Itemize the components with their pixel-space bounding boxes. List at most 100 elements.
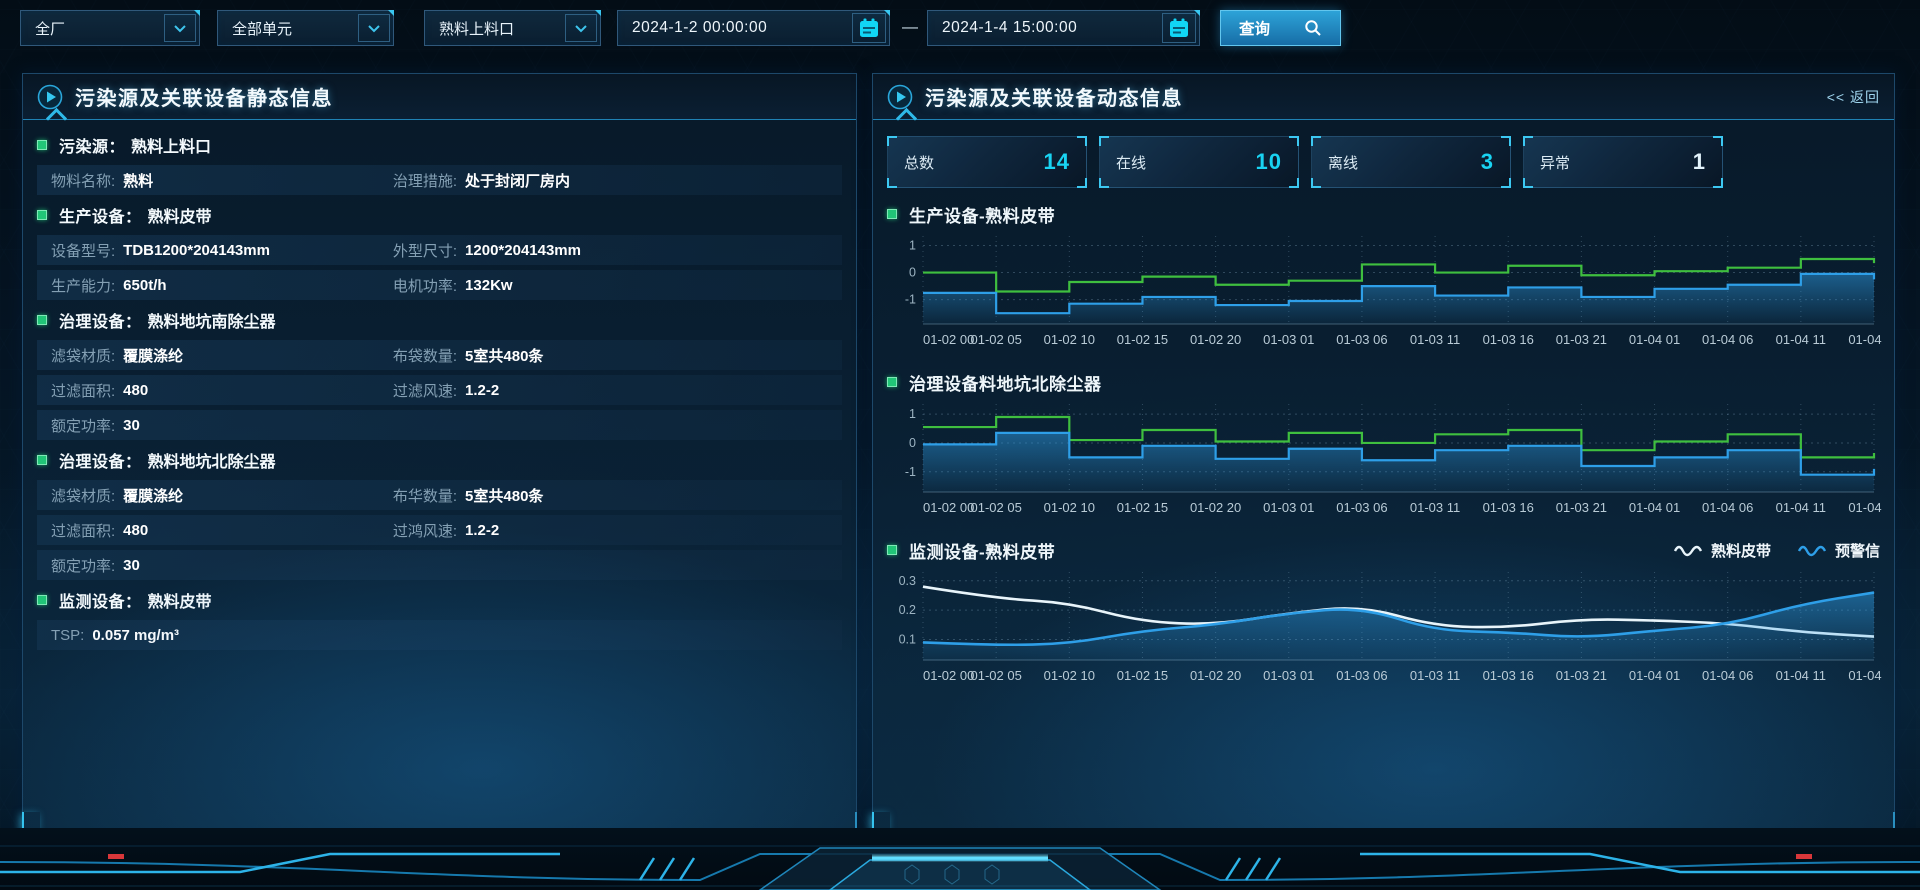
svg-text:01-04 11: 01-04 11 bbox=[1776, 500, 1826, 515]
chart-block: 生产设备-熟料皮带10-101-02 0001-02 0501-02 1001-… bbox=[887, 198, 1880, 352]
date-to-input[interactable]: 2024-1-4 15:00:00 bbox=[927, 10, 1200, 46]
tech-footer-decoration bbox=[0, 828, 1920, 890]
select-plant-value: 全厂 bbox=[21, 18, 164, 39]
field-item: 滤袋材质:覆膜涤纶 bbox=[51, 485, 393, 506]
svg-text:01-03 21: 01-03 21 bbox=[1556, 500, 1607, 515]
date-to-value: 2024-1-4 15:00:00 bbox=[928, 19, 1162, 37]
info-field-row: TSP: 0.057 mg/m³ bbox=[37, 620, 842, 650]
info-field-row: 滤袋材质:覆膜涤纶布华数量:5室共480条 bbox=[37, 480, 842, 510]
field-label: 过滤面积: bbox=[51, 380, 115, 401]
static-info-header: 污染源及关联设备静态信息 bbox=[23, 74, 856, 120]
svg-text:01-02 15: 01-02 15 bbox=[1117, 668, 1168, 683]
field-value: 480 bbox=[123, 522, 148, 539]
svg-text:01-02 00: 01-02 00 bbox=[923, 668, 974, 683]
calendar-icon[interactable] bbox=[852, 13, 886, 43]
green-square-icon bbox=[887, 377, 897, 387]
field-label: 外型尺寸: bbox=[393, 240, 457, 261]
query-button[interactable]: 查询 bbox=[1220, 10, 1341, 46]
static-info-panel: 污染源及关联设备静态信息 污染源：熟料上料口物料名称:熟料治理措施:处于封闭厂房… bbox=[22, 73, 857, 830]
chart-plot-0[interactable]: 10-101-02 0001-02 0501-02 1001-02 1501-0… bbox=[887, 230, 1882, 352]
stat-label: 在线 bbox=[1116, 152, 1146, 173]
svg-text:1: 1 bbox=[909, 238, 916, 252]
svg-text:01-02 05: 01-02 05 bbox=[970, 332, 1021, 347]
svg-text:01-02 00: 01-02 00 bbox=[923, 332, 974, 347]
corner-bracket bbox=[1099, 136, 1109, 146]
field-value: 覆膜涤纶 bbox=[123, 485, 183, 506]
chart-title-row: 治理设备料地坑北除尘器 bbox=[887, 366, 1880, 398]
svg-text:01-04 15: 01-04 15 bbox=[1848, 332, 1882, 347]
play-circle-icon bbox=[37, 84, 63, 110]
svg-text:0.3: 0.3 bbox=[899, 574, 916, 588]
svg-text:01-03 16: 01-03 16 bbox=[1483, 668, 1534, 683]
chevron-down-icon[interactable] bbox=[565, 14, 597, 42]
chevron-down-icon[interactable] bbox=[164, 14, 196, 42]
field-item: 电机功率:132Kw bbox=[393, 275, 513, 296]
field-label: 物料名称: bbox=[51, 170, 115, 191]
back-link[interactable]: << 返回 bbox=[1827, 87, 1880, 107]
field-item: 布袋数量: 5室共480条 bbox=[393, 345, 544, 366]
corner-bracket bbox=[1523, 178, 1533, 188]
wave-line-icon bbox=[1673, 543, 1703, 557]
legend-item[interactable]: 熟料皮带 bbox=[1673, 540, 1771, 561]
date-range-separator: — bbox=[898, 10, 922, 46]
svg-text:01-02 10: 01-02 10 bbox=[1044, 500, 1095, 515]
chevron-down-icon[interactable] bbox=[358, 14, 390, 42]
chart-title-text: 生产设备-熟料皮带 bbox=[909, 202, 1055, 227]
chart-plot-1[interactable]: 10-101-02 0001-02 0501-02 1001-02 1501-0… bbox=[887, 398, 1882, 520]
svg-text:01-04 15: 01-04 15 bbox=[1848, 500, 1882, 515]
section-label: 污染源： bbox=[59, 133, 125, 157]
green-square-icon bbox=[37, 455, 47, 465]
stat-label: 总数 bbox=[904, 152, 934, 173]
stat-card-异常: 异常1 bbox=[1523, 136, 1723, 188]
svg-text:01-04 06: 01-04 06 bbox=[1702, 500, 1753, 515]
svg-text:01-04 01: 01-04 01 bbox=[1629, 668, 1680, 683]
svg-text:01-03 11: 01-03 11 bbox=[1410, 332, 1460, 347]
field-label: TSP: bbox=[51, 627, 84, 644]
field-item: 过滤风速:1.2-2 bbox=[393, 380, 499, 401]
field-value: 1200*204143mm bbox=[465, 242, 581, 259]
field-item: 物料名称:熟料 bbox=[51, 170, 393, 191]
svg-text:0.1: 0.1 bbox=[899, 632, 916, 646]
field-value: 处于封闭厂房内 bbox=[465, 170, 570, 191]
chart-title-text: 治理设备料地坑北除尘器 bbox=[909, 370, 1102, 395]
svg-text:01-03 01: 01-03 01 bbox=[1263, 500, 1314, 515]
svg-text:01-04 01: 01-04 01 bbox=[1629, 332, 1680, 347]
svg-text:01-02 10: 01-02 10 bbox=[1044, 332, 1095, 347]
corner-bracket bbox=[1099, 178, 1109, 188]
select-unit[interactable]: 全部单元 bbox=[217, 10, 394, 46]
field-item: 额定功率:30 bbox=[51, 555, 393, 576]
date-from-input[interactable]: 2024-1-2 00:00:00 bbox=[617, 10, 890, 46]
field-item: 外型尺寸: 1200*204143mm bbox=[393, 240, 581, 261]
chart-plot-2[interactable]: 0.30.20.101-02 0001-02 0501-02 1001-02 1… bbox=[887, 566, 1882, 688]
info-field-row: 额定功率:30 bbox=[37, 410, 842, 440]
series-area-运行状态-蓝 bbox=[923, 433, 1874, 492]
series-area-运行状态-蓝 bbox=[923, 274, 1874, 324]
chart-legend: 熟料皮带 预警信 bbox=[1673, 540, 1880, 561]
info-field-row: 物料名称:熟料治理措施:处于封闭厂房内 bbox=[37, 165, 842, 195]
field-value: 1.2-2 bbox=[465, 382, 499, 399]
svg-text:01-02 15: 01-02 15 bbox=[1117, 332, 1168, 347]
field-value: 0.057 mg/m³ bbox=[92, 627, 179, 644]
svg-text:01-03 01: 01-03 01 bbox=[1263, 332, 1314, 347]
calendar-icon[interactable] bbox=[1162, 13, 1196, 43]
field-label: 生产能力: bbox=[51, 275, 115, 296]
section-value: 熟料皮带 bbox=[148, 203, 212, 227]
dashboard-root: 全厂 全部单元 熟料上料口 2024-1-2 00:00:00 — 2024 bbox=[0, 0, 1920, 890]
svg-text:01-03 21: 01-03 21 bbox=[1556, 332, 1607, 347]
field-value: 480 bbox=[123, 382, 148, 399]
corner-bracket bbox=[1501, 178, 1511, 188]
section-value: 熟料地坑北除尘器 bbox=[148, 448, 276, 472]
section-label: 治理设备： bbox=[59, 448, 142, 472]
legend-item[interactable]: 预警信 bbox=[1797, 540, 1880, 561]
svg-text:01-03 16: 01-03 16 bbox=[1483, 500, 1534, 515]
stat-label: 离线 bbox=[1328, 152, 1358, 173]
field-label: 布袋数量: bbox=[393, 345, 457, 366]
corner-bracket bbox=[1077, 136, 1087, 146]
field-label: 滤袋材质: bbox=[51, 345, 115, 366]
svg-text:01-03 01: 01-03 01 bbox=[1263, 668, 1314, 683]
select-unit-value: 全部单元 bbox=[218, 18, 358, 39]
select-source[interactable]: 熟料上料口 bbox=[424, 10, 601, 46]
field-value: 5室共480条 bbox=[465, 345, 543, 366]
corner-bracket bbox=[1311, 178, 1321, 188]
select-plant[interactable]: 全厂 bbox=[20, 10, 200, 46]
